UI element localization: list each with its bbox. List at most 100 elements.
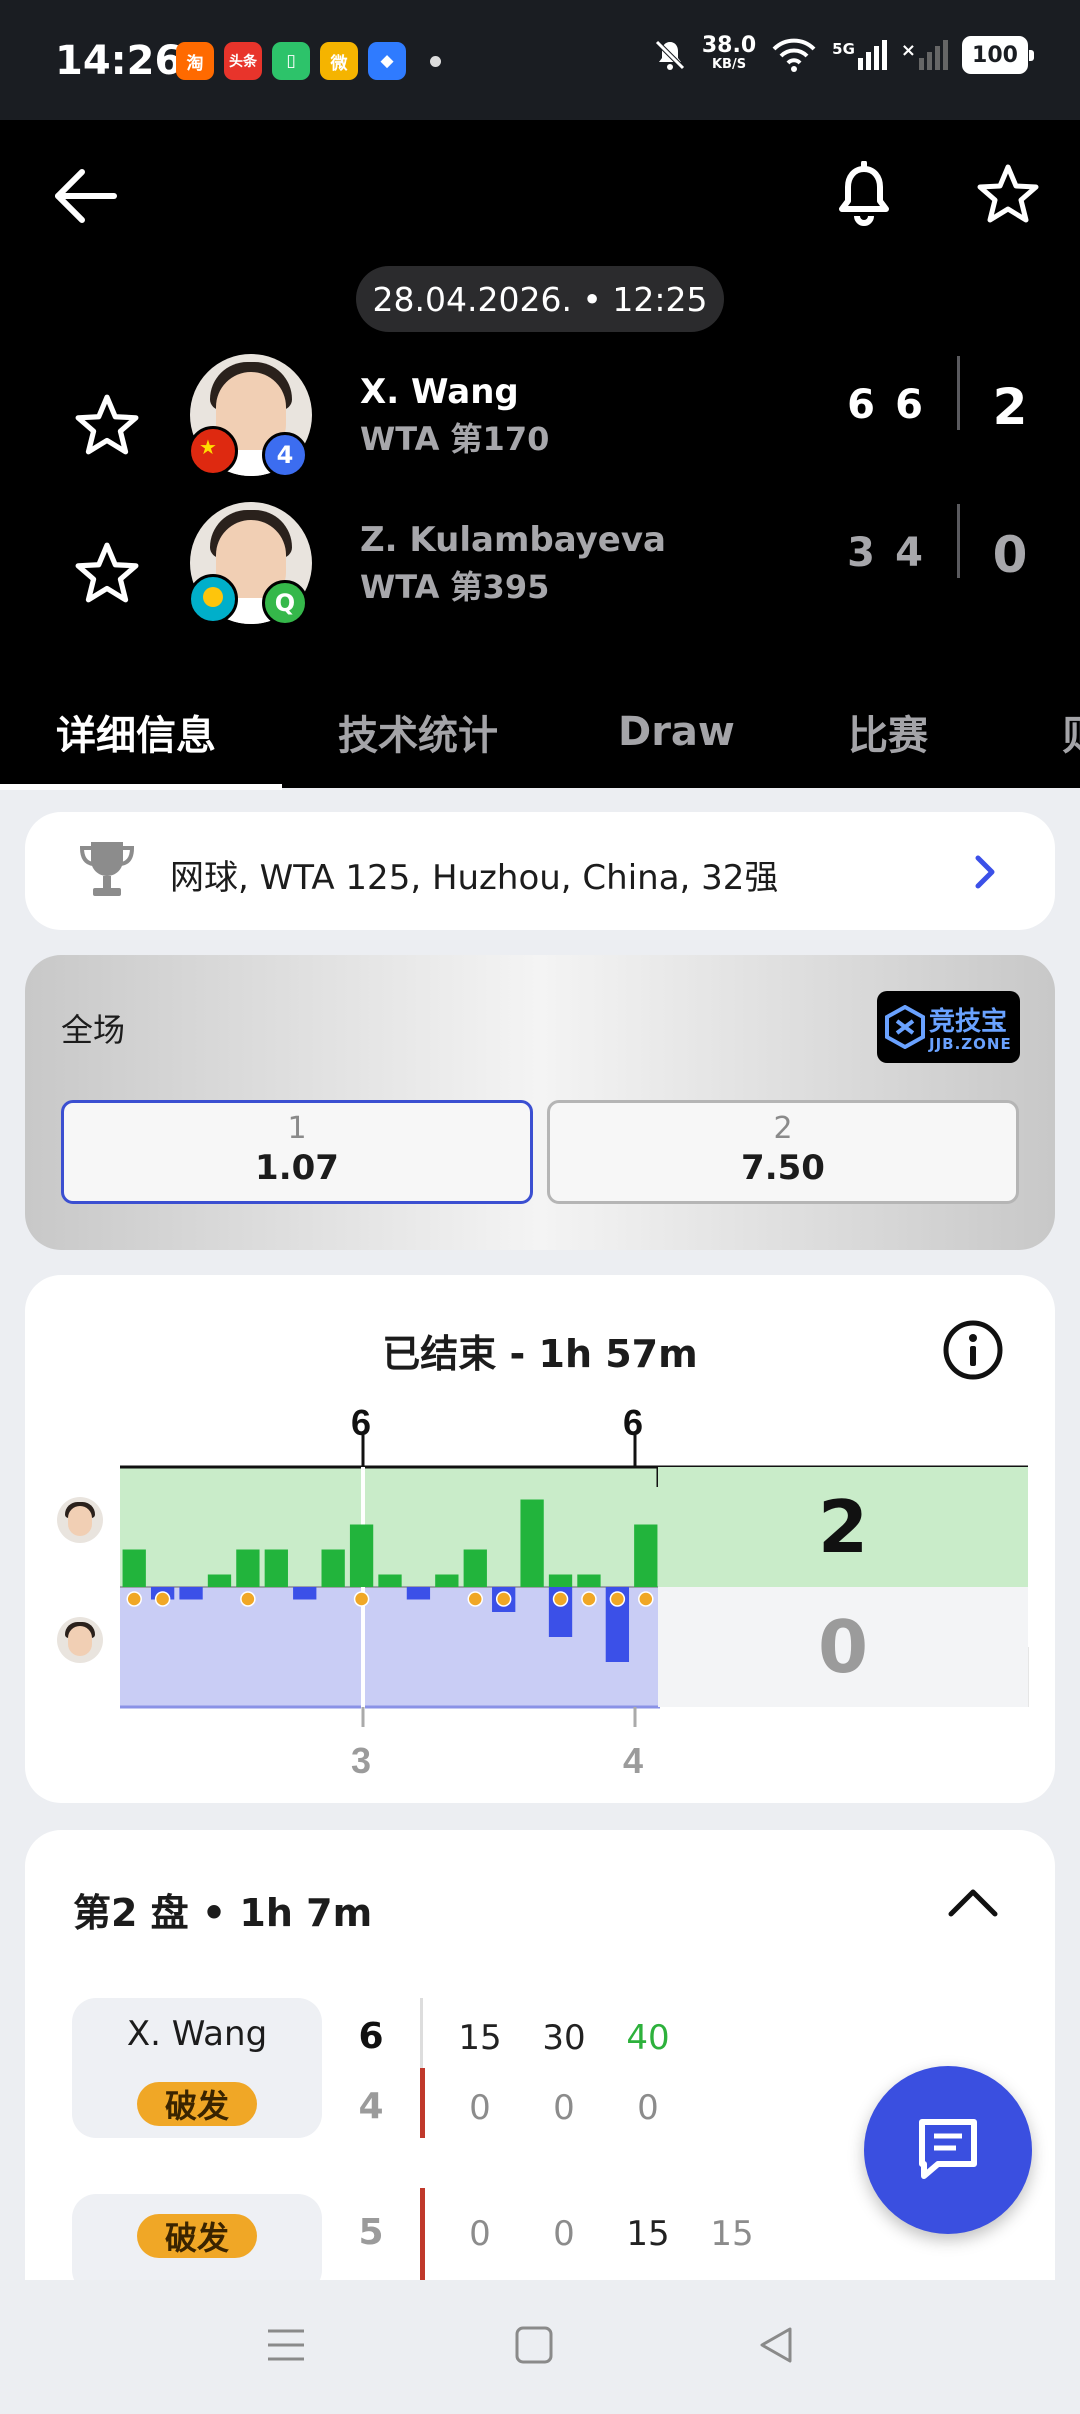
set-2-p2-games: 4	[623, 1740, 643, 1781]
competition-name: 网球, WTA 125, Huzhou, China, 32强	[170, 858, 779, 898]
tab-odds-partial[interactable]: 则	[1062, 675, 1080, 788]
break-marker-icon	[552, 1591, 569, 1607]
favorite-match-button[interactable]	[968, 154, 1048, 234]
score-divider	[957, 504, 960, 578]
break-badge: 破发	[137, 2214, 257, 2258]
momentum-bar-player-1	[435, 1574, 459, 1587]
home-nav-icon[interactable]	[514, 2325, 554, 2365]
game-server-box: 破发	[72, 2194, 322, 2294]
momentum-bar-player-2	[179, 1587, 203, 1600]
player-2-name[interactable]: Z. Kulambayeva	[360, 520, 666, 560]
odds-option-2[interactable]: 2 7.50	[547, 1100, 1019, 1204]
momentum-bar-player-1	[236, 1549, 260, 1587]
battery-app-icon: ▯	[272, 42, 310, 80]
odds-card: 全场 竞技宝 JJB.ZONE 1 1.07 2 7.50	[25, 955, 1055, 1250]
bookmaker-logo[interactable]: 竞技宝 JJB.ZONE	[877, 991, 1020, 1063]
point-score-game-point: 40	[626, 2018, 670, 2058]
point-score: 15	[626, 2214, 670, 2254]
player-1-match-score: 2	[992, 378, 1028, 436]
taobao-icon: 淘	[176, 42, 214, 80]
set-2-p1-games: 6	[623, 1402, 643, 1443]
p2-area	[120, 1587, 660, 1707]
p1-area	[120, 1467, 660, 1587]
break-indicator-bar	[420, 2188, 425, 2288]
set-1-p2-games: 3	[351, 1740, 371, 1781]
game-score: 5	[358, 2212, 384, 2253]
momentum-bar-player-1	[520, 1499, 544, 1587]
bell-icon	[839, 161, 889, 226]
tab-matches[interactable]: 比赛	[848, 675, 928, 788]
kazakhstan-flag-icon	[188, 574, 238, 624]
momentum-bar-player-1	[577, 1574, 601, 1587]
star-icon[interactable]	[74, 540, 140, 606]
momentum-bar-player-1	[634, 1524, 658, 1587]
server-name: X. Wang	[126, 2014, 268, 2054]
status-time: 14:26	[55, 38, 183, 84]
point-score: 0	[469, 2088, 491, 2128]
break-indicator-bar	[420, 2068, 425, 2138]
set-title: 第2 盘 • 1h 7m	[73, 1891, 373, 1935]
momentum-bar-player-1	[463, 1549, 487, 1587]
player-1-avatar[interactable]: ★ 4	[188, 354, 312, 478]
bookmaker-logo-icon	[885, 1005, 925, 1049]
weibo-icon: 微	[320, 42, 358, 80]
momentum-bar-player-2	[406, 1587, 431, 1600]
momentum-bar-player-1	[207, 1574, 232, 1587]
odds-option-1[interactable]: 1 1.07	[61, 1100, 533, 1204]
net-speed: 38.0 KB/S	[701, 33, 757, 73]
back-button[interactable]	[40, 160, 130, 232]
signal-5g-icon: 5G	[832, 40, 887, 70]
break-marker-icon	[154, 1591, 171, 1607]
break-marker-icon	[609, 1591, 626, 1607]
competition-link[interactable]: 网球, WTA 125, Huzhou, China, 32强	[25, 812, 1055, 930]
momentum-bar-player-1	[548, 1574, 573, 1587]
break-marker-icon	[495, 1591, 512, 1607]
player-2-match-score: 0	[992, 526, 1028, 584]
china-flag-icon: ★	[188, 426, 238, 476]
battery-icon: 100	[962, 36, 1034, 74]
player-2-rank: WTA 第395	[360, 568, 550, 606]
player-2-avatar[interactable]: Q	[188, 502, 312, 626]
wifi-icon	[772, 38, 816, 72]
star-icon[interactable]	[74, 392, 140, 458]
back-nav-icon[interactable]	[756, 2325, 796, 2365]
player-1-set-2: 6	[895, 382, 923, 428]
momentum-bar-player-1	[321, 1549, 345, 1587]
break-marker-icon	[353, 1591, 370, 1607]
tab-details[interactable]: 详细信息	[56, 675, 216, 788]
player-row-1[interactable]: ★ 4 X. Wang WTA 第170 6 6 2	[0, 352, 1080, 482]
game-score-bottom: 4	[358, 2086, 384, 2127]
star-icon	[977, 164, 1039, 223]
status-bar: 14:26 淘 头条 ▯ 微 ◆ 38.0 KB/S 5G × 100	[0, 0, 1080, 120]
chevron-right-icon	[975, 855, 995, 889]
trophy-icon	[79, 842, 135, 896]
qualifier-badge: Q	[262, 580, 308, 626]
momentum-bar-player-1	[349, 1524, 374, 1587]
player-1-rank: WTA 第170	[360, 420, 550, 458]
point-score: 15	[458, 2018, 502, 2058]
match-momentum-card: 已结束 - 1h 57m 6 6 3 4 2 0	[25, 1275, 1055, 1803]
tab-bar: 详细信息 技术统计 Draw 比赛 则	[0, 675, 1080, 788]
point-score: 0	[553, 2214, 575, 2254]
tab-stats[interactable]: 技术统计	[338, 675, 498, 788]
chevron-up-icon[interactable]	[945, 1882, 1001, 1922]
point-score: 0	[637, 2088, 659, 2128]
score-divider	[957, 356, 960, 430]
total-sets-player-1: 2	[658, 1467, 1028, 1587]
player-row-2[interactable]: Q Z. Kulambayeva WTA 第395 3 4 0	[0, 500, 1080, 630]
tab-draw[interactable]: Draw	[618, 675, 735, 788]
chat-icon	[919, 2119, 977, 2179]
point-score: 30	[542, 2018, 586, 2058]
notification-bell-button[interactable]	[824, 154, 904, 234]
arrow-left-icon	[55, 169, 117, 223]
match-datetime: 28.04.2026. • 12:25	[356, 266, 724, 332]
chat-button[interactable]	[864, 2066, 1032, 2234]
game-divider	[420, 1998, 423, 2068]
point-score: 0	[553, 2088, 575, 2128]
menu-nav-icon[interactable]	[266, 2325, 306, 2365]
player-1-set-1: 6	[847, 382, 875, 428]
momentum-bar-player-1	[264, 1549, 288, 1587]
player-1-name[interactable]: X. Wang	[360, 372, 519, 412]
system-nav-bar	[0, 2280, 1080, 2414]
system-icons: 38.0 KB/S 5G × 100	[652, 33, 1034, 74]
